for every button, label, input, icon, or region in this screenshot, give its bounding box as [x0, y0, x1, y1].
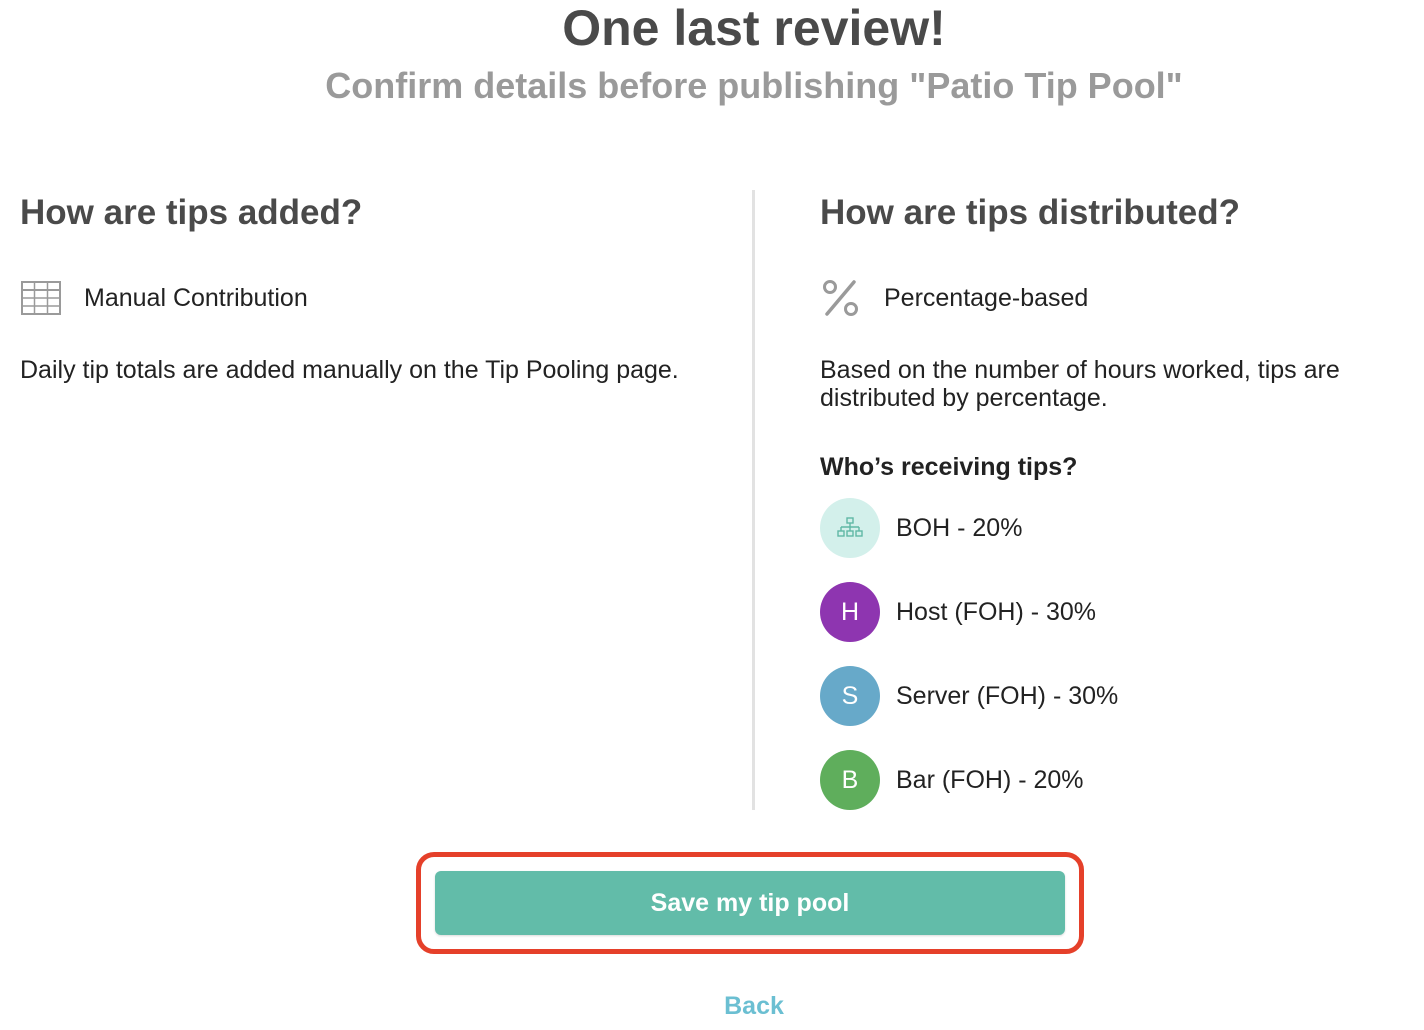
list-item: BOH - 20%: [820, 498, 1118, 558]
save-button-highlight: Save my tip pool: [416, 852, 1084, 954]
added-description: Daily tip totals are added manually on t…: [20, 356, 679, 384]
distributed-description: Based on the number of hours worked, tip…: [820, 356, 1340, 412]
list-item: B Bar (FOH) - 20%: [820, 750, 1118, 810]
column-divider: [752, 190, 755, 810]
page-subtitle: Confirm details before publishing "Patio…: [325, 65, 1183, 106]
receiver-label: Bar (FOH) - 20%: [896, 765, 1084, 794]
distributed-method-label: Percentage-based: [884, 283, 1089, 312]
added-method-row: Manual Contribution: [20, 278, 308, 318]
list-item: H Host (FOH) - 30%: [820, 582, 1118, 642]
review-page: One last review! Confirm details before …: [0, 0, 1424, 1030]
avatar: H: [820, 582, 880, 642]
back-link[interactable]: Back: [0, 990, 1424, 1022]
tips-added-heading: How are tips added?: [20, 193, 363, 232]
avatar: B: [820, 750, 880, 810]
receivers-heading: Who’s receiving tips?: [820, 453, 1078, 481]
tips-added-section: How are tips added? Manual Contribution …: [20, 190, 720, 384]
org-chart-icon: [837, 517, 863, 537]
percent-icon: [820, 278, 862, 318]
receiver-label: BOH - 20%: [896, 513, 1023, 542]
added-method-label: Manual Contribution: [84, 283, 308, 312]
list-item: S Server (FOH) - 30%: [820, 666, 1118, 726]
save-button[interactable]: Save my tip pool: [435, 871, 1065, 935]
page-title: One last review!: [562, 0, 946, 56]
table-grid-icon: [20, 278, 62, 318]
avatar: S: [820, 666, 880, 726]
receiver-label: Host (FOH) - 30%: [896, 597, 1097, 626]
tips-distributed-section: How are tips distributed? Percentage-bas…: [820, 190, 1420, 810]
receiver-label: Server (FOH) - 30%: [896, 681, 1119, 710]
receivers-list: BOH - 20% H Host (FOH) - 30% S Server (F…: [820, 498, 1118, 834]
avatar: [820, 498, 880, 558]
tips-distributed-heading: How are tips distributed?: [820, 193, 1241, 232]
distributed-method-row: Percentage-based: [820, 278, 1088, 318]
